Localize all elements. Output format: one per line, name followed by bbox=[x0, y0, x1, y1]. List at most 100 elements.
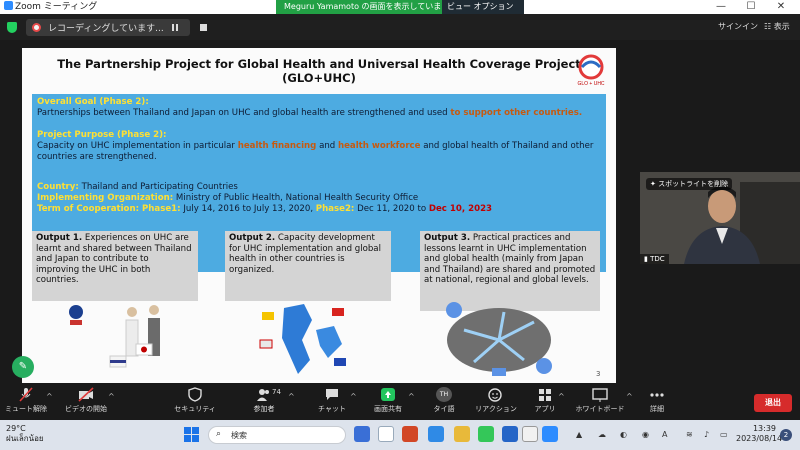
apps-icon bbox=[539, 389, 551, 401]
view-button[interactable]: ☷ 表示 bbox=[764, 21, 790, 32]
pause-recording-icon[interactable] bbox=[172, 24, 178, 31]
slide-title-line2: (GLO+UHC) bbox=[282, 71, 356, 85]
share-screen-button[interactable]: 画面共有 bbox=[368, 387, 408, 414]
unmute-button[interactable]: ミュート解除 bbox=[4, 387, 48, 414]
record-icon bbox=[32, 23, 41, 32]
view-options-label: ビュー オプション bbox=[447, 2, 514, 11]
chevron-up-icon[interactable]: ^ bbox=[46, 392, 53, 401]
word-icon[interactable] bbox=[502, 426, 518, 442]
language-button[interactable]: TH タイ語 bbox=[426, 387, 462, 414]
shield-icon[interactable] bbox=[7, 22, 17, 33]
country-label: Country: bbox=[37, 182, 79, 192]
purpose-highlight-financing: health financing bbox=[237, 141, 317, 151]
clock-time: 13:39 bbox=[752, 424, 776, 433]
output-2-label: Output 2. bbox=[229, 233, 276, 243]
share-screen-icon bbox=[381, 388, 395, 401]
apps-button[interactable]: アプリ bbox=[532, 387, 558, 414]
whiteboard-label: ホワイトボード bbox=[575, 405, 625, 413]
chevron-up-icon[interactable]: ^ bbox=[626, 392, 633, 401]
chevron-up-icon[interactable]: ^ bbox=[408, 392, 415, 401]
unmute-label: ミュート解除 bbox=[5, 405, 47, 413]
weather-widget[interactable]: 29°C ฝนเล็กน้อย bbox=[6, 424, 44, 444]
edge-browser-icon[interactable] bbox=[428, 426, 444, 442]
file-explorer-icon[interactable] bbox=[454, 426, 470, 442]
whiteboard-icon bbox=[592, 388, 608, 402]
share-banner-text: Meguru Yamamoto の画面を表示しています bbox=[284, 2, 450, 11]
window-title: Zoom ミーティング bbox=[4, 1, 97, 13]
spotlight-label: スポットライトを削除 bbox=[658, 180, 729, 188]
sign-in-button[interactable]: サインイン bbox=[718, 21, 758, 32]
line-app-icon[interactable] bbox=[478, 426, 494, 442]
weather-desc: ฝนเล็กน้อย bbox=[6, 434, 44, 443]
volume-icon[interactable]: ♪ bbox=[704, 430, 709, 439]
tray-app-icon[interactable]: ◐ bbox=[620, 430, 627, 439]
tray-app-icon[interactable]: ◉ bbox=[642, 430, 649, 439]
whiteboard-button[interactable]: ホワイトボード bbox=[574, 387, 626, 414]
view-options-button[interactable]: ビュー オプション ⌄ bbox=[442, 0, 524, 25]
output-2-box: Output 2. Capacity development for UHC i… bbox=[225, 231, 391, 301]
chat-button[interactable]: チャット bbox=[314, 387, 350, 414]
goal-highlight: to support other countries. bbox=[450, 108, 583, 118]
shield-icon bbox=[188, 387, 202, 402]
participants-icon bbox=[257, 389, 269, 401]
widgets-app-icon[interactable] bbox=[354, 426, 370, 442]
more-button[interactable]: 詳細 bbox=[642, 387, 672, 414]
slide-title: The Partnership Project for Global Healt… bbox=[22, 57, 616, 85]
language-label: タイ語 bbox=[433, 405, 455, 413]
windows-taskbar: 29°C ฝนเล็กน้อย ⌕ 検索 ▲ ☁ ◐ ◉ A ≋ ♪ ▭ 13:… bbox=[0, 420, 800, 450]
tray-arrow-icon[interactable]: ▲ bbox=[576, 430, 582, 439]
security-button[interactable]: セキュリティ bbox=[172, 387, 218, 414]
ime-a-icon[interactable]: A bbox=[662, 430, 667, 439]
recording-text: レコーディングしています... bbox=[48, 24, 164, 34]
battery-icon[interactable]: ▭ bbox=[720, 430, 728, 439]
maximize-button[interactable]: ☐ bbox=[736, 0, 766, 13]
wifi-icon[interactable]: ≋ bbox=[686, 430, 693, 439]
notepad-icon[interactable] bbox=[522, 426, 538, 442]
reactions-button[interactable]: リアクション bbox=[474, 387, 518, 414]
signal-icon: ▮ bbox=[644, 255, 648, 263]
mic-muted-icon bbox=[19, 387, 33, 402]
minimize-button[interactable]: — bbox=[706, 0, 736, 13]
language-avatar: TH bbox=[436, 387, 452, 402]
more-label: 詳細 bbox=[650, 405, 664, 413]
world-network-image bbox=[446, 302, 552, 376]
purpose-text-b: and bbox=[319, 141, 336, 151]
remove-spotlight-button[interactable]: ✦ スポットライトを削除 bbox=[646, 178, 733, 190]
onedrive-icon[interactable]: ☁ bbox=[598, 430, 606, 439]
logo-text: GLO + UHC bbox=[577, 81, 604, 87]
video-app-icon[interactable] bbox=[378, 426, 394, 442]
chevron-up-icon[interactable]: ^ bbox=[558, 392, 565, 401]
start-video-label: ビデオの開始 bbox=[65, 405, 107, 413]
chevron-up-icon[interactable]: ^ bbox=[350, 392, 357, 401]
share-screen-label: 画面共有 bbox=[374, 405, 402, 413]
apps-label: アプリ bbox=[534, 405, 556, 413]
start-video-button[interactable]: ビデオの開始 bbox=[62, 387, 110, 414]
goal-heading: Overall Goal (Phase 2): bbox=[37, 97, 149, 107]
slide-page-number: 3 bbox=[596, 370, 601, 378]
term-end-date: Dec 10, 2023 bbox=[428, 204, 493, 214]
participant-video[interactable]: ✦ スポットライトを削除 ▮ TDC bbox=[640, 172, 800, 264]
window-title-text: Zoom ミーティング bbox=[15, 2, 98, 12]
windows-start-icon[interactable] bbox=[184, 427, 199, 442]
stop-recording-icon[interactable] bbox=[200, 24, 207, 31]
output-1-box: Output 1. Experiences on UHC are learnt … bbox=[32, 231, 198, 301]
chevron-up-icon[interactable]: ^ bbox=[108, 392, 115, 401]
title-bar: Zoom ミーティング Meguru Yamamoto の画面を表示しています … bbox=[0, 0, 800, 25]
term-phase2-label: Phase2: bbox=[315, 204, 355, 214]
purpose-highlight-workforce: health workforce bbox=[337, 141, 421, 151]
notification-badge[interactable]: 2 bbox=[780, 429, 792, 441]
shared-slide: The Partnership Project for Global Healt… bbox=[22, 48, 616, 383]
chevron-up-icon[interactable]: ^ bbox=[288, 392, 295, 401]
zoom-taskbar-icon[interactable] bbox=[542, 426, 558, 442]
clock[interactable]: 13:39 2023/08/14 bbox=[736, 424, 782, 444]
handshake-image bbox=[69, 305, 160, 368]
edit-pencil-button[interactable]: ✎ bbox=[12, 356, 34, 378]
term-phase1: July 14, 2016 to July 13, 2020, bbox=[183, 204, 314, 214]
powerpoint-icon[interactable] bbox=[402, 426, 418, 442]
close-button[interactable]: ✕ bbox=[766, 0, 796, 13]
taskbar-search-input[interactable]: ⌕ 検索 bbox=[208, 426, 346, 444]
output-3-box: Output 3. Practical practices and lesson… bbox=[420, 231, 600, 311]
org-value: Ministry of Public Health, National Heal… bbox=[175, 193, 419, 203]
term-label: Term of Cooperation: Phase1: bbox=[37, 204, 181, 214]
leave-button[interactable]: 退出 bbox=[754, 394, 792, 412]
